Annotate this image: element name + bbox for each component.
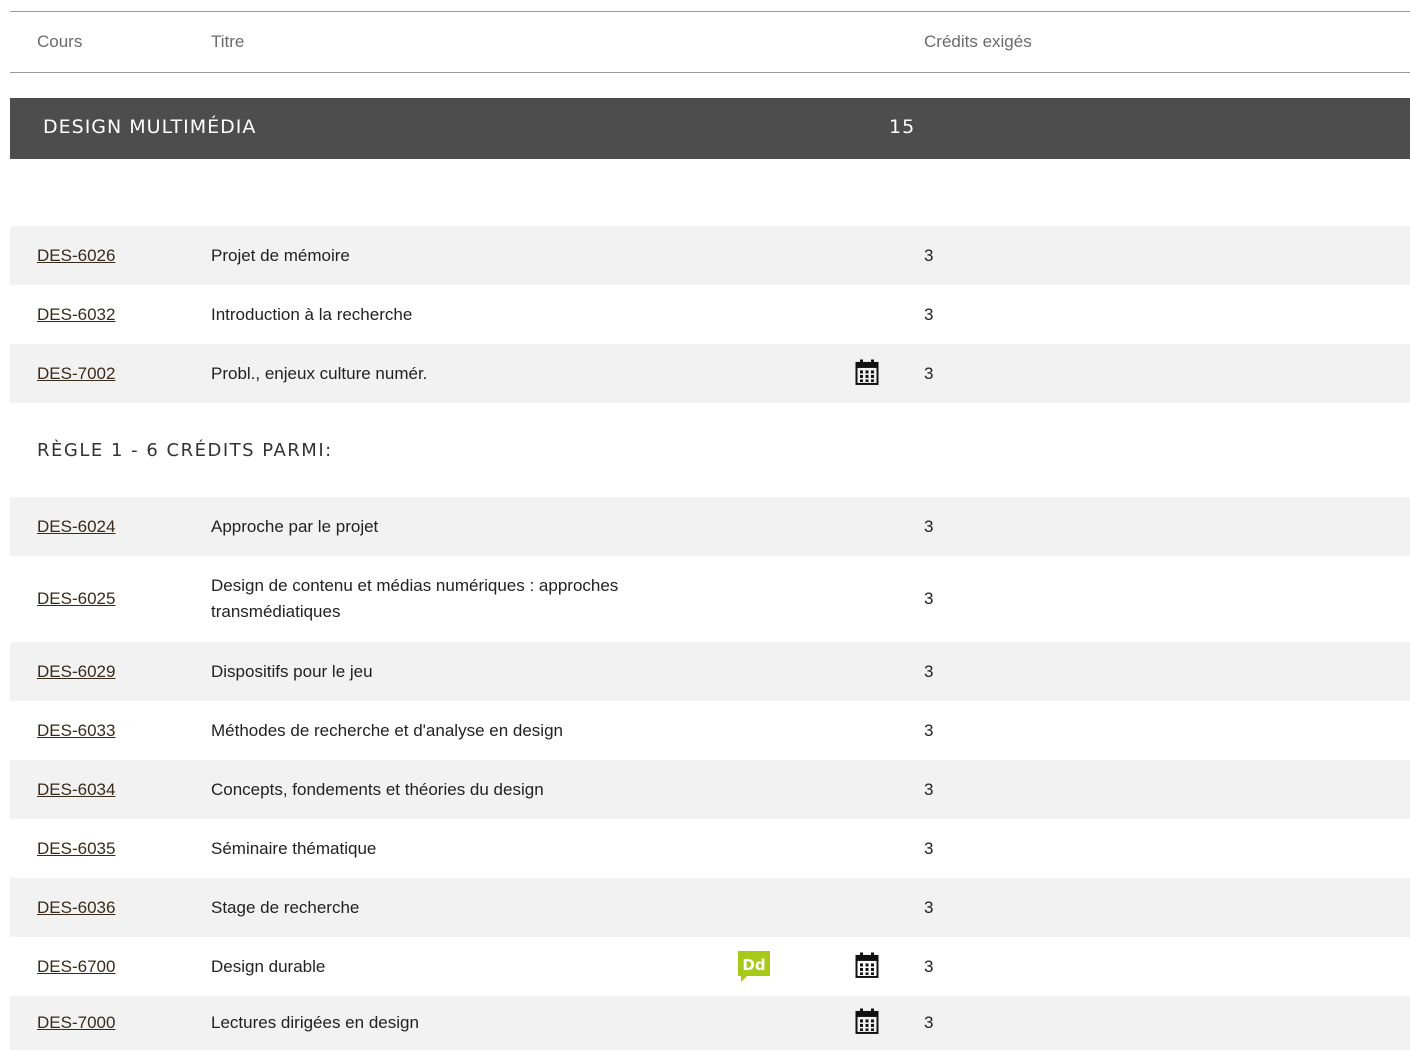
course-code-link[interactable]: DES-6026: [37, 246, 115, 266]
course-title: Projet de mémoire: [211, 245, 350, 265]
calendar-icon[interactable]: [855, 951, 879, 978]
table-header: Cours Titre Crédits exigés: [10, 11, 1410, 73]
header-credits: Crédits exigés: [924, 32, 1032, 51]
calendar-icon[interactable]: [855, 1008, 879, 1034]
course-title: Design durable: [211, 956, 326, 976]
course-code-link[interactable]: DES-7000: [37, 1013, 115, 1033]
course-credits: 3: [924, 245, 934, 265]
course-code-link[interactable]: DES-6034: [37, 780, 115, 800]
course-row: DES-7002 Probl., enjeux culture numér. 3: [10, 344, 1410, 403]
course-code-link[interactable]: DES-6029: [37, 662, 115, 682]
svg-text:Dd: Dd: [742, 956, 765, 974]
course-code-link[interactable]: DES-6036: [37, 898, 115, 918]
course-credits: 3: [924, 897, 934, 917]
course-title: Dispositifs pour le jeu: [211, 661, 373, 681]
course-credits: 3: [924, 720, 934, 740]
calendar-icon[interactable]: [855, 358, 879, 385]
course-title: Approche par le projet: [211, 516, 379, 536]
course-credits: 3: [924, 363, 934, 383]
header-title: Titre: [211, 32, 245, 51]
section-name: DESIGN MULTIMÉDIA: [43, 116, 257, 138]
rule-heading: RÈGLE 1 - 6 CRÉDITS PARMI:: [37, 440, 333, 461]
course-code-link[interactable]: DES-6033: [37, 721, 115, 741]
course-credits: 3: [924, 779, 934, 799]
course-row: DES-6035 Séminaire thématique 3: [10, 819, 1410, 878]
course-row: DES-6025 Design de contenu et médias num…: [10, 556, 1410, 642]
header-course: Cours: [37, 32, 83, 51]
course-title: Design de contenu et médias numériques :…: [211, 576, 619, 621]
course-credits: 3: [924, 661, 934, 681]
course-title: Concepts, fondements et théories du desi…: [211, 779, 544, 799]
dd-sustainable-design-icon[interactable]: Dd: [737, 950, 771, 984]
course-code-link[interactable]: DES-7002: [37, 364, 115, 384]
section-bar: DESIGN MULTIMÉDIA 15: [10, 98, 1410, 159]
course-row: DES-6032 Introduction à la recherche 3: [10, 285, 1410, 344]
course-code-link[interactable]: DES-6700: [37, 957, 115, 977]
section-credits: 15: [889, 116, 916, 138]
course-row: DES-6024 Approche par le projet 3: [10, 497, 1410, 556]
course-credits: 3: [924, 1013, 934, 1032]
course-code-link[interactable]: DES-6024: [37, 517, 115, 537]
course-row: DES-7000 Lectures dirigées en design 3: [10, 996, 1410, 1050]
course-title: Probl., enjeux culture numér.: [211, 363, 428, 383]
course-row: DES-6700 Design durable Dd 3: [10, 937, 1410, 996]
course-title: Méthodes de recherche et d'analyse en de…: [211, 720, 563, 740]
course-row: DES-6034 Concepts, fondements et théorie…: [10, 760, 1410, 819]
course-row: DES-6033 Méthodes de recherche et d'anal…: [10, 701, 1410, 760]
course-credits: 3: [924, 516, 934, 536]
course-row: DES-6036 Stage de recherche 3: [10, 878, 1410, 937]
course-code-link[interactable]: DES-6032: [37, 305, 115, 325]
course-credits: 3: [924, 304, 934, 324]
course-code-link[interactable]: DES-6035: [37, 839, 115, 859]
course-credits: 3: [924, 838, 934, 858]
course-title: Introduction à la recherche: [211, 304, 413, 324]
course-code-link[interactable]: DES-6025: [37, 589, 115, 609]
course-row: DES-6026 Projet de mémoire 3: [10, 226, 1410, 285]
course-title: Lectures dirigées en design: [211, 1013, 419, 1032]
course-title: Séminaire thématique: [211, 838, 377, 858]
course-title: Stage de recherche: [211, 897, 360, 917]
course-credits: 3: [924, 956, 934, 976]
course-row: DES-6029 Dispositifs pour le jeu 3: [10, 642, 1410, 701]
course-credits: 3: [924, 589, 934, 608]
